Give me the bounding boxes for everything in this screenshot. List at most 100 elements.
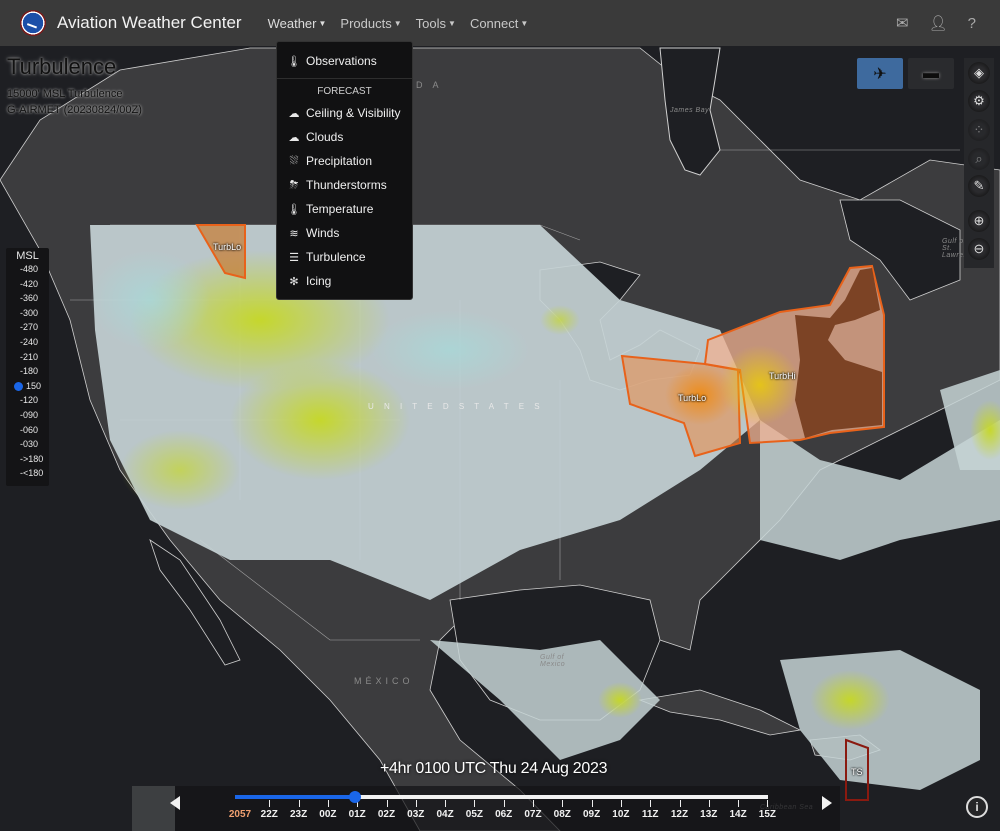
dropdown-item-temperature[interactable]: 🌡︎ Temperature: [277, 197, 412, 221]
pencil-icon: ✎: [973, 178, 985, 193]
altitude-level[interactable]: -270: [6, 320, 49, 335]
timeline-tick: [445, 800, 447, 807]
menu-tools[interactable]: Tools ▼: [416, 16, 456, 31]
timeline-label[interactable]: 10Z: [606, 809, 636, 820]
altitude-level[interactable]: -180: [6, 364, 49, 379]
thermometer-obs-icon: 🌡︎: [287, 55, 301, 68]
dropdown-item-precipitation[interactable]: ⛆ Precipitation: [277, 149, 412, 173]
navbar: Aviation Weather Center Weather ▼ Product…: [0, 0, 1000, 46]
timeline-label[interactable]: 14Z: [723, 809, 753, 820]
dropdown-item-clouds[interactable]: ☁ Clouds: [277, 125, 412, 149]
altitude-level[interactable]: -300: [6, 306, 49, 321]
draw-button[interactable]: ✎: [968, 175, 990, 197]
altitude-level[interactable]: -030: [6, 437, 49, 452]
timeline-next-button[interactable]: [822, 796, 832, 810]
timeline-tick: [474, 800, 476, 807]
timeline-label[interactable]: 08Z: [547, 809, 577, 820]
altitude-level[interactable]: -360: [6, 291, 49, 306]
dropdown-item-label: Ceiling & Visibility: [306, 106, 401, 120]
dropdown-item-thunderstorms[interactable]: ⛈ Thunderstorms: [277, 173, 412, 197]
thunderstorm-icon: ⛈: [289, 178, 299, 191]
menu-products[interactable]: Products ▼: [340, 16, 401, 31]
altitude-level[interactable]: -480: [6, 262, 49, 277]
altitude-level[interactable]: -060: [6, 423, 49, 438]
dropdown-divider: [277, 78, 412, 79]
zoom-out-icon: ⊖: [973, 241, 985, 256]
weather-map[interactable]: [0, 0, 1000, 831]
altitude-level[interactable]: 150: [6, 379, 49, 394]
timeline-tick: [767, 800, 769, 807]
pin-icon: ⁘: [973, 122, 985, 137]
zoom-out-button[interactable]: ⊖: [968, 238, 990, 260]
timeline-tick: [708, 800, 710, 807]
airplane-icon: ✈: [873, 65, 887, 83]
timeline-label[interactable]: 03Z: [401, 809, 431, 820]
altitude-level[interactable]: -090: [6, 408, 49, 423]
layers-icon: ◈: [974, 65, 984, 80]
menu-connect[interactable]: Connect ▼: [470, 16, 528, 31]
gear-icon: ⚙: [973, 93, 985, 108]
altitude-level[interactable]: -420: [6, 277, 49, 292]
cloud-icon: ☁: [288, 131, 300, 144]
info-icon: i: [975, 800, 979, 814]
dropdown-item-icing[interactable]: ✻ Icing: [277, 269, 412, 293]
dropdown-item-label: Winds: [306, 226, 340, 240]
dropdown-item-label: Icing: [306, 274, 332, 288]
dropdown-item-turbulence[interactable]: ☰ Turbulence: [277, 245, 412, 269]
location-button[interactable]: ⁘: [968, 119, 990, 141]
ceiling-icon: ☁: [288, 107, 300, 120]
timeline-label[interactable]: 11Z: [635, 809, 665, 820]
timeline-label[interactable]: 07Z: [518, 809, 548, 820]
settings-button[interactable]: ⚙: [968, 90, 990, 112]
timeline-label[interactable]: 05Z: [459, 809, 489, 820]
user-icon[interactable]: 👤︎: [929, 14, 948, 32]
caret-down-icon: ▼: [448, 18, 456, 28]
brand-title[interactable]: Aviation Weather Center: [57, 13, 242, 33]
search-button[interactable]: ⌕: [968, 148, 990, 170]
timeline-label[interactable]: 15Z: [752, 809, 782, 820]
timeline-label[interactable]: 00Z: [313, 809, 343, 820]
timeline-label[interactable]: 02Z: [372, 809, 402, 820]
zoom-in-button[interactable]: ⊕: [968, 210, 990, 232]
timeline-prev-button[interactable]: [170, 796, 180, 810]
altitude-level[interactable]: -240: [6, 335, 49, 350]
product-source: G-AIRMET (20230824/00Z): [7, 104, 142, 116]
caret-down-icon: ▼: [520, 18, 529, 28]
precipitation-icon: ⛆: [289, 154, 299, 167]
info-button[interactable]: i: [966, 796, 988, 818]
timeline-handle[interactable]: [348, 791, 361, 803]
altitude-level[interactable]: -210: [6, 350, 49, 365]
timeline-label[interactable]: 2057: [225, 809, 255, 820]
timeline-tick: [679, 800, 681, 807]
timeline-tick: [415, 800, 417, 807]
altitude-level[interactable]: -<180: [6, 466, 49, 481]
altitude-selector: MSL -480 -420 -360 -300 -270 -240 -210 -180 150-…: [6, 248, 49, 486]
dropdown-item-label: Clouds: [306, 130, 344, 144]
menu-weather[interactable]: Weather ▼: [268, 16, 327, 31]
advisory-label: TurbLo: [678, 393, 707, 403]
aviation-mode-button[interactable]: ✈: [857, 58, 903, 89]
menu-products-label: Products: [340, 15, 392, 31]
dropdown-item-observations[interactable]: 🌡︎ Observations: [277, 49, 412, 73]
timeline-label[interactable]: 13Z: [694, 809, 724, 820]
timeline-label[interactable]: 04Z: [430, 809, 460, 820]
map-toolstrip: ◈ ⚙ ⁘ ⌕ ✎ ⊕ ⊖: [964, 58, 994, 268]
dropdown-section-forecast: FORECAST: [317, 86, 372, 97]
timeline-label[interactable]: 09Z: [577, 809, 607, 820]
timeline-tick: [562, 800, 564, 807]
mail-icon[interactable]: ✉: [896, 14, 909, 32]
dropdown-item-ceiling-visibility[interactable]: ☁ Ceiling & Visibility: [277, 101, 412, 125]
layers-button[interactable]: ◈: [968, 62, 990, 84]
help-icon[interactable]: ?: [968, 15, 976, 32]
timeline-label[interactable]: 01Z: [342, 809, 372, 820]
noaa-logo[interactable]: [20, 10, 46, 36]
altitude-level[interactable]: ->180: [6, 452, 49, 467]
timeline-label[interactable]: 12Z: [665, 809, 695, 820]
altitude-level[interactable]: -120: [6, 393, 49, 408]
timeline-label[interactable]: 23Z: [284, 809, 314, 820]
dropdown-item-winds[interactable]: ≋ Winds: [277, 221, 412, 245]
timeline-label[interactable]: 22Z: [254, 809, 284, 820]
thermometer-icon: 🌡︎: [287, 203, 301, 216]
marine-mode-button[interactable]: ▬: [908, 58, 954, 89]
timeline-label[interactable]: 06Z: [489, 809, 519, 820]
